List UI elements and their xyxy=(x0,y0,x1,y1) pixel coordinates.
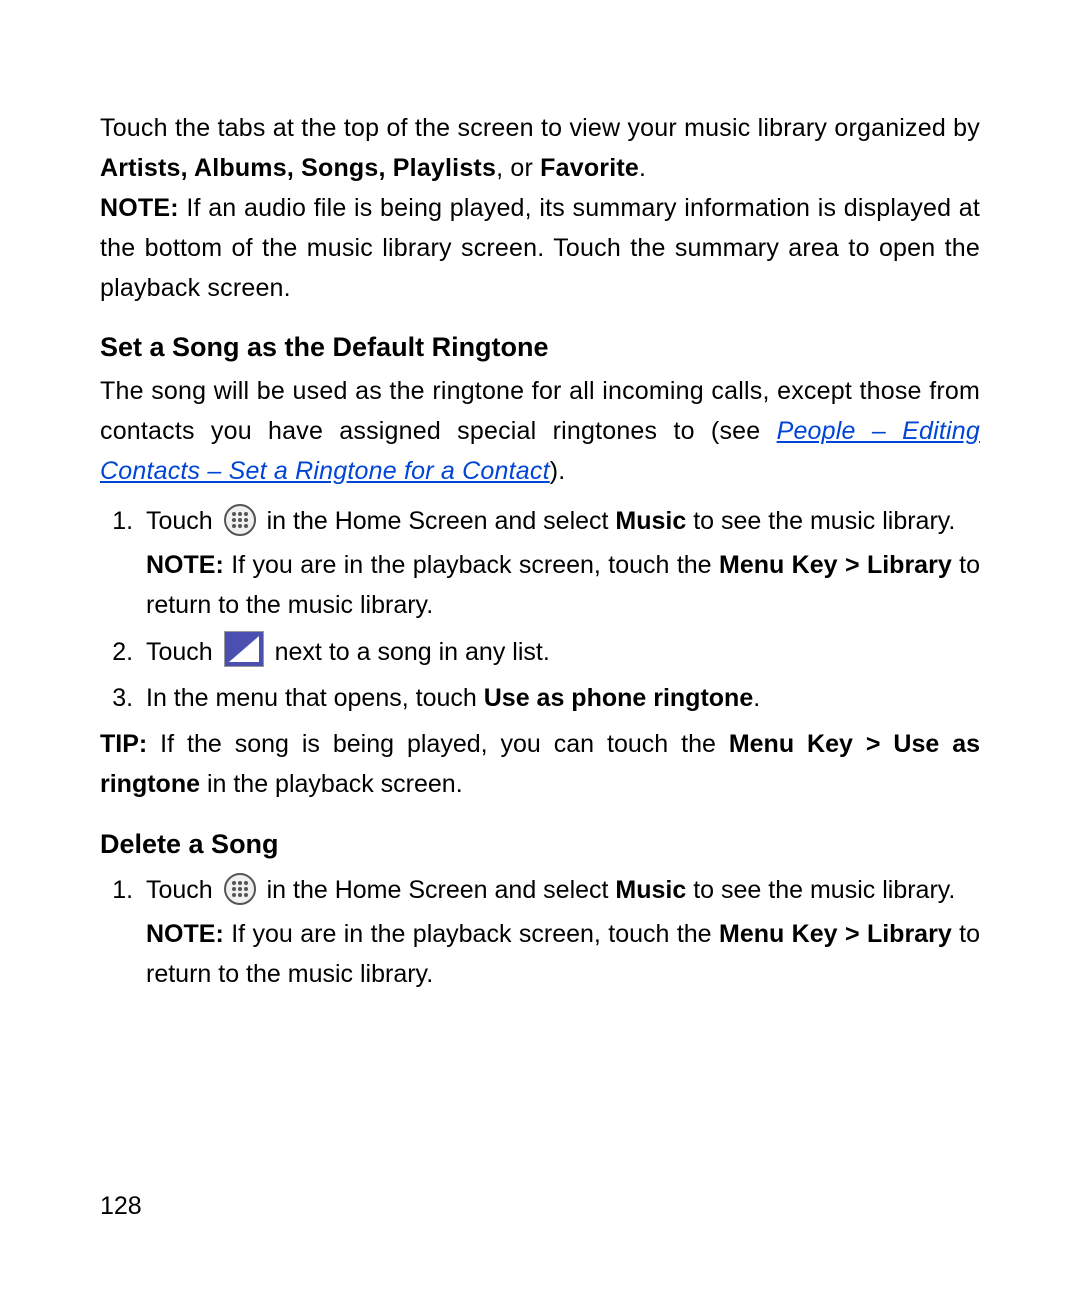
step-2: Touch next to a song in any list. xyxy=(140,631,980,672)
ringtone-heading: Set a Song as the Default Ringtone xyxy=(100,332,980,363)
ringtone-intro: The song will be used as the ringtone fo… xyxy=(100,371,980,491)
text: in the playback screen. xyxy=(200,770,463,798)
note-paragraph: NOTE: If an audio file is being played, … xyxy=(100,188,980,308)
ringtone-steps: Touch in the Home Screen and select Musi… xyxy=(100,501,980,718)
delete-step-1-note: NOTE: If you are in the playback screen,… xyxy=(146,914,980,994)
text: to see the music library. xyxy=(686,507,955,535)
text: , or xyxy=(496,154,540,182)
text: . xyxy=(753,684,760,712)
delete-heading: Delete a Song xyxy=(100,829,980,860)
use-as-ringtone-label: Use as phone ringtone xyxy=(484,684,753,712)
note-label: NOTE: xyxy=(146,920,224,948)
favorite-label: Favorite xyxy=(540,154,639,182)
text: in the Home Screen and select xyxy=(260,507,616,535)
text: If the song is being played, you can tou… xyxy=(147,730,729,758)
tip-paragraph: TIP: If the song is being played, you ca… xyxy=(100,724,980,804)
text: . xyxy=(639,154,646,182)
tabs-list: Artists, Albums, Songs, Playlists xyxy=(100,154,496,182)
step-3: In the menu that opens, touch Use as pho… xyxy=(140,678,980,718)
text: In the menu that opens, touch xyxy=(146,684,484,712)
text: to see the music library. xyxy=(686,876,955,904)
text: Touch the tabs at the top of the screen … xyxy=(100,114,980,142)
apps-grid-icon xyxy=(224,873,256,905)
text: Touch xyxy=(146,638,220,666)
step-1: Touch in the Home Screen and select Musi… xyxy=(140,501,980,625)
apps-grid-icon xyxy=(224,504,256,536)
text: next to a song in any list. xyxy=(268,638,550,666)
page-number: 128 xyxy=(100,1192,142,1221)
text: in the Home Screen and select xyxy=(260,876,616,904)
text: Touch xyxy=(146,876,220,904)
text: ). xyxy=(550,457,566,485)
document-page: Touch the tabs at the top of the screen … xyxy=(0,0,1080,994)
note-label: NOTE: xyxy=(100,194,179,222)
step-1-note: NOTE: If you are in the playback screen,… xyxy=(146,545,980,625)
text: Touch xyxy=(146,507,220,535)
music-label: Music xyxy=(615,876,686,904)
text: If you are in the playback screen, touch… xyxy=(224,920,719,948)
note-label: NOTE: xyxy=(146,551,224,579)
delete-step-1: Touch in the Home Screen and select Musi… xyxy=(140,870,980,994)
intro-paragraph: Touch the tabs at the top of the screen … xyxy=(100,108,980,188)
tip-label: TIP: xyxy=(100,730,147,758)
delete-steps: Touch in the Home Screen and select Musi… xyxy=(100,870,980,994)
music-label: Music xyxy=(615,507,686,535)
menu-key-library: Menu Key > Library xyxy=(719,920,952,948)
text: If you are in the playback screen, touch… xyxy=(224,551,719,579)
song-action-icon xyxy=(224,631,264,667)
note-text: If an audio file is being played, its su… xyxy=(100,194,980,302)
menu-key-library: Menu Key > Library xyxy=(719,551,952,579)
